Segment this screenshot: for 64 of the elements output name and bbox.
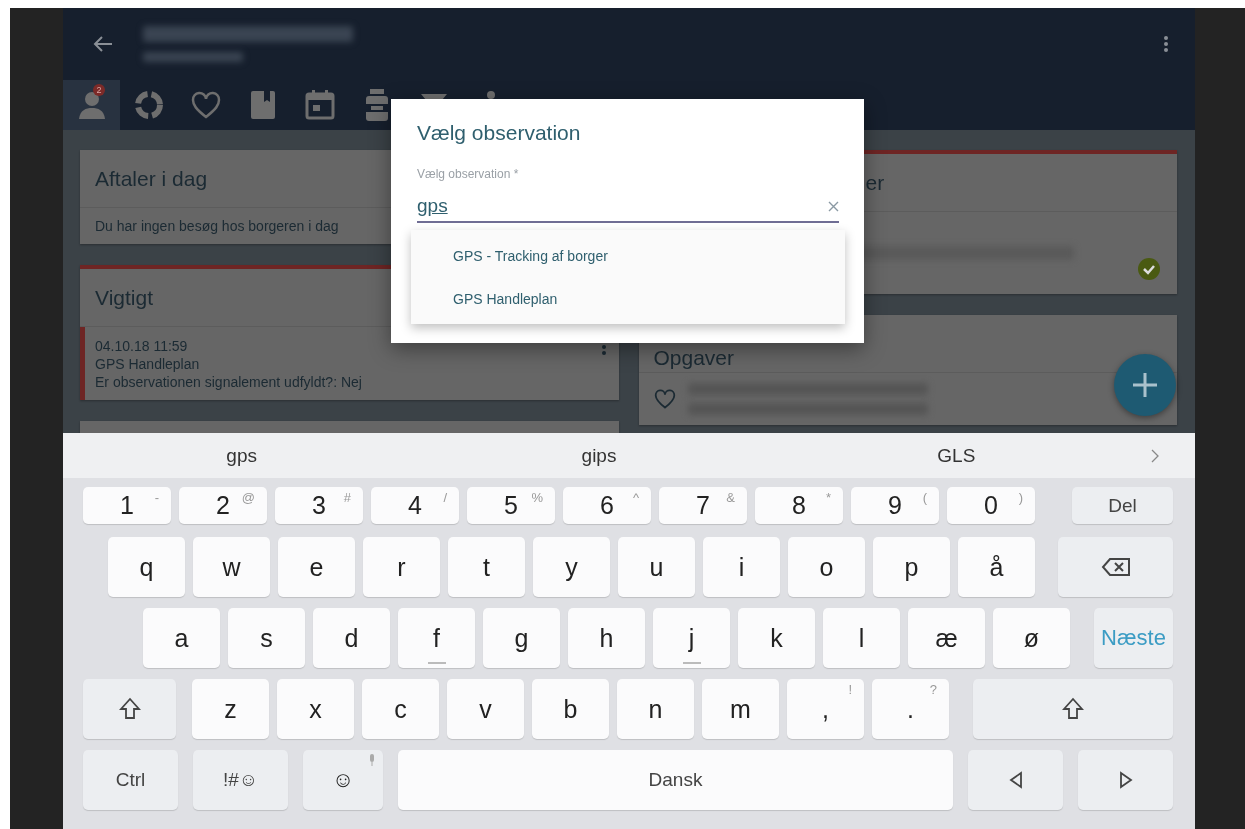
suggestion[interactable]: gps bbox=[63, 444, 421, 467]
menu-option[interactable]: GPS - Tracking af borger bbox=[411, 234, 845, 277]
key[interactable]: v bbox=[447, 679, 524, 739]
space-key[interactable]: Dansk bbox=[398, 750, 953, 810]
key[interactable]: t bbox=[448, 537, 525, 597]
key[interactable]: 2 @ bbox=[179, 487, 267, 524]
key[interactable]: o bbox=[788, 537, 865, 597]
key[interactable]: 6 ^ bbox=[563, 487, 651, 524]
key[interactable]: d bbox=[313, 608, 390, 668]
key[interactable]: Del bbox=[1072, 487, 1173, 524]
key[interactable]: q bbox=[108, 537, 185, 597]
key[interactable]: æ bbox=[908, 608, 985, 668]
note-line: 04.10.18 11:59 bbox=[95, 338, 189, 354]
card-title: Opgaver bbox=[653, 346, 735, 370]
note-line: Er observationen signalement udfyldt?: Nej bbox=[95, 374, 362, 390]
key[interactable]: å bbox=[958, 537, 1035, 597]
key[interactable]: h bbox=[568, 608, 645, 668]
key[interactable]: 0 ) bbox=[947, 487, 1035, 524]
key[interactable]: f bbox=[398, 608, 475, 668]
emoji-key[interactable]: ☺ bbox=[303, 750, 383, 810]
key[interactable]: m bbox=[702, 679, 779, 739]
key[interactable]: 1 - bbox=[83, 487, 171, 524]
search-field[interactable]: gps bbox=[417, 195, 839, 223]
key[interactable]: 8 * bbox=[755, 487, 843, 524]
field-label: Vælg observation * bbox=[417, 167, 520, 181]
menu-option[interactable]: GPS Handleplan bbox=[411, 277, 845, 320]
key[interactable]: k bbox=[738, 608, 815, 668]
key[interactable]: b bbox=[532, 679, 609, 739]
key[interactable]: w bbox=[193, 537, 270, 597]
key[interactable]: a bbox=[143, 608, 220, 668]
key[interactable]: e bbox=[278, 537, 355, 597]
key[interactable]: Ctrl bbox=[83, 750, 178, 810]
suggestion[interactable]: gips bbox=[420, 444, 778, 467]
key[interactable]: ø bbox=[993, 608, 1070, 668]
key[interactable]: s bbox=[228, 608, 305, 668]
key[interactable]: 9 ( bbox=[851, 487, 939, 524]
card-title: Vigtigt bbox=[95, 285, 153, 310]
key[interactable]: n bbox=[617, 679, 694, 739]
key[interactable]: 7 & bbox=[659, 487, 747, 524]
key[interactable]: j bbox=[653, 608, 730, 668]
card-title: Aftaler i dag bbox=[95, 166, 208, 191]
key[interactable]: 3 # bbox=[275, 487, 363, 524]
count-badge: 2 bbox=[93, 84, 105, 96]
tab[interactable]: 2 bbox=[63, 80, 120, 130]
key[interactable]: l bbox=[823, 608, 900, 668]
key[interactable]: r bbox=[363, 537, 440, 597]
card-text: Du har ingen besøg hos borgeren i dag bbox=[95, 218, 339, 234]
key[interactable]: y bbox=[533, 537, 610, 597]
suggestion[interactable]: GLS bbox=[777, 444, 1135, 467]
key[interactable]: p bbox=[873, 537, 950, 597]
key[interactable]: 4 / bbox=[371, 487, 459, 524]
key[interactable]: !#☺ bbox=[193, 750, 288, 810]
key[interactable]: i bbox=[703, 537, 780, 597]
card-title: er bbox=[865, 170, 885, 195]
key[interactable]: z bbox=[192, 679, 269, 739]
dialog-title: Vælg observation bbox=[417, 121, 582, 145]
key[interactable]: c bbox=[362, 679, 439, 739]
key[interactable]: g bbox=[483, 608, 560, 668]
key[interactable]: , ! bbox=[787, 679, 864, 739]
key[interactable]: u bbox=[618, 537, 695, 597]
key[interactable]: . ? bbox=[872, 679, 949, 739]
key[interactable]: x bbox=[277, 679, 354, 739]
note-line: GPS Handleplan bbox=[95, 356, 201, 372]
key[interactable]: 5 % bbox=[467, 487, 555, 524]
